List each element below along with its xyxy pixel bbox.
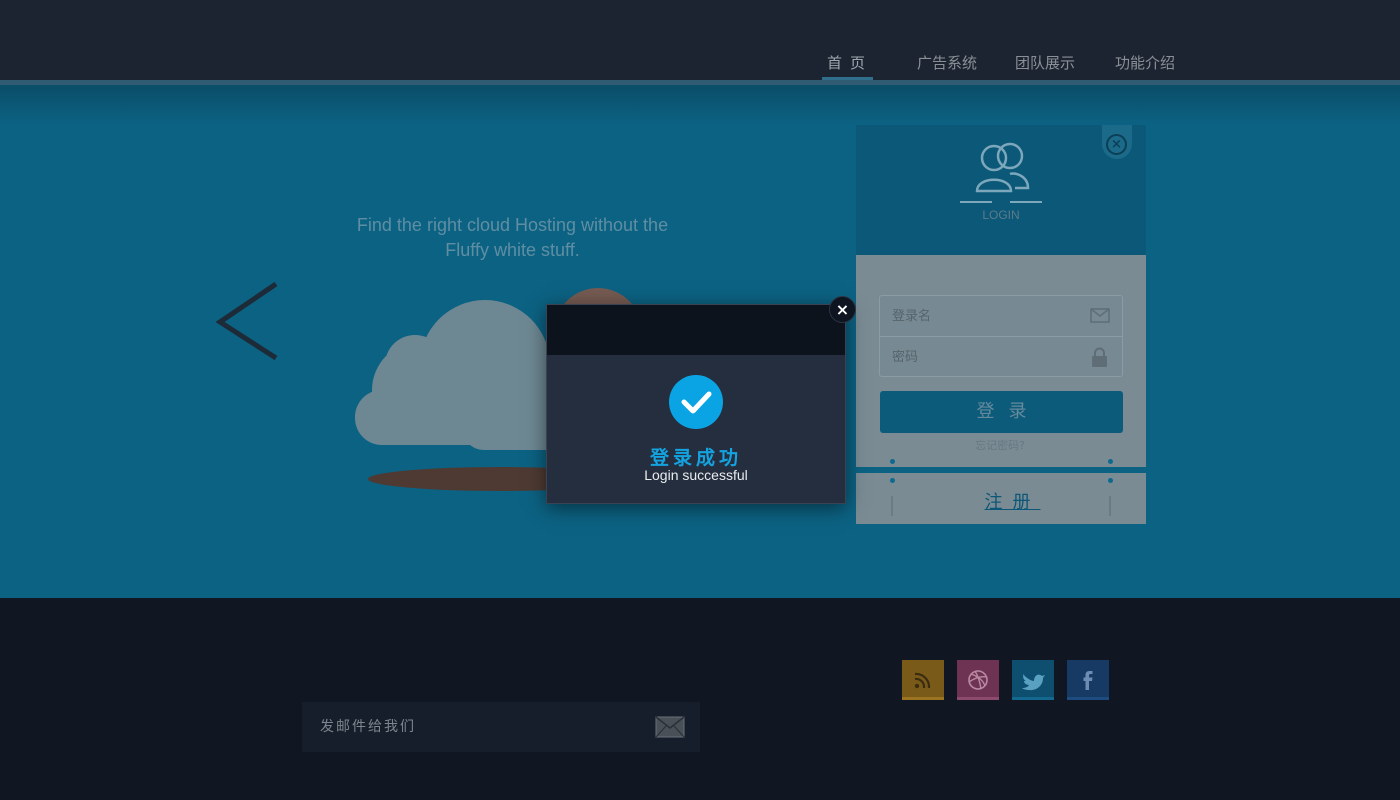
hero-tagline: Find the right cloud Hosting without the… [356, 215, 669, 260]
dribbble-button[interactable] [957, 660, 999, 700]
dialog-subtitle: Login successful [644, 467, 748, 483]
dialog-close-button[interactable]: × [829, 296, 856, 323]
facebook-icon [1067, 660, 1109, 700]
forgot-password-link[interactable]: 忘记密码? [940, 437, 1060, 453]
decor-dot [1108, 478, 1113, 483]
mail-icon [1090, 308, 1110, 323]
nav-item-team[interactable]: 团队展示 [1015, 52, 1075, 73]
close-circle-icon: × [1106, 134, 1127, 155]
nav-item-features[interactable]: 功能介绍 [1115, 52, 1175, 73]
register-link[interactable]: 注册 [955, 488, 1060, 514]
hero-shadow [0, 85, 1400, 125]
username-input[interactable] [892, 305, 1092, 327]
email-us-bar [302, 702, 700, 752]
credentials-group [879, 295, 1123, 377]
nav-item-ads[interactable]: 广告系统 [917, 52, 977, 73]
page-footer [0, 598, 1400, 800]
decor-dot [890, 478, 895, 483]
rss-button[interactable] [902, 660, 944, 700]
decor-line [891, 496, 893, 516]
prev-slide-arrow-icon[interactable] [214, 280, 284, 364]
decor-dot [1108, 459, 1113, 464]
nav-active-indicator [822, 77, 873, 80]
decor-line [1109, 496, 1111, 516]
top-header [0, 0, 1400, 80]
users-icon [960, 142, 1042, 203]
dribbble-icon [957, 660, 999, 700]
envelope-icon[interactable] [655, 716, 685, 738]
input-divider [880, 336, 1122, 337]
dialog-title: 登录成功 [649, 447, 742, 469]
check-circle-icon [669, 375, 723, 429]
login-submit-button[interactable]: 登录 [880, 391, 1123, 433]
lock-icon [1092, 347, 1107, 367]
login-title: LOGIN [982, 208, 1020, 222]
decor-dot [890, 459, 895, 464]
twitter-button[interactable] [1012, 660, 1054, 700]
login-close-button[interactable]: × [1102, 125, 1132, 159]
facebook-button[interactable] [1067, 660, 1109, 700]
nav-item-home[interactable]: 首页 [827, 52, 873, 73]
email-us-input[interactable] [320, 716, 640, 738]
dialog-header [547, 305, 845, 355]
twitter-icon [1012, 660, 1054, 700]
password-input[interactable] [892, 346, 1092, 368]
rss-icon [902, 660, 944, 700]
